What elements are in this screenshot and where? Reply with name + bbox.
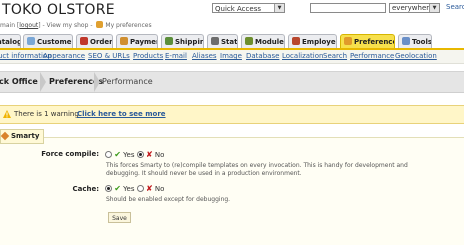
- force-compile-label: Force compile:: [41, 150, 99, 158]
- warning-icon: [3, 110, 11, 118]
- tools-icon: [402, 37, 410, 45]
- subnav-appearance[interactable]: Appearance: [43, 50, 85, 63]
- tab-preferences[interactable]: Preferences: [340, 34, 395, 48]
- tab-tools[interactable]: Tools: [398, 34, 432, 48]
- subnav-database[interactable]: Database: [246, 50, 279, 63]
- view-shop-text[interactable]: ] - View my shop -: [38, 22, 94, 29]
- logout-link[interactable]: logout: [19, 22, 38, 29]
- cache-options: ✔ Yes ✘ No: [105, 184, 164, 193]
- subnav-email[interactable]: E-mail: [165, 50, 187, 63]
- warning-text: There is 1 warning: [14, 110, 79, 118]
- preferences-icon: [96, 21, 104, 28]
- subnav-seo-urls[interactable]: SEO & URLs: [88, 50, 130, 63]
- chevron-down-icon: ▼: [429, 4, 439, 12]
- sub-navigation: uct information Appearance SEO & URLs Pr…: [0, 50, 464, 64]
- cache-no-radio[interactable]: [136, 185, 144, 192]
- tab-stats[interactable]: Stats: [207, 34, 238, 48]
- force-compile-yes-label[interactable]: Yes: [123, 151, 134, 159]
- user-line: main [logout] - View my shop - My prefer…: [0, 21, 152, 29]
- tab-label: Stats: [221, 38, 238, 46]
- quick-access-select[interactable]: Quick Access ▼: [212, 3, 285, 13]
- tab-modules[interactable]: Modules: [241, 34, 285, 48]
- tab-orders[interactable]: Orders: [76, 34, 113, 48]
- tab-label: Employees: [302, 38, 336, 46]
- cache-hint: Should be enabled except for debugging.: [106, 196, 231, 203]
- force-compile-no-radio[interactable]: [136, 151, 144, 158]
- tab-catalog[interactable]: atalog: [0, 34, 21, 48]
- subnav-geolocation[interactable]: Geolocation: [395, 50, 437, 63]
- chevron-down-icon: ▼: [274, 4, 284, 12]
- force-compile-options: ✔ Yes ✘ No: [105, 150, 164, 159]
- tab-label: Payment: [130, 38, 157, 46]
- search-button[interactable]: Searc: [446, 3, 464, 11]
- orders-icon: [80, 37, 88, 45]
- breadcrumb-performance: Performance: [102, 77, 153, 86]
- user-prefix: main [: [0, 22, 20, 29]
- see-more-link[interactable]: Click here to see more: [77, 106, 166, 123]
- payment-icon: [120, 37, 128, 45]
- tab-shipping[interactable]: Shipping: [161, 34, 204, 48]
- breadcrumb-back-office[interactable]: ck Office: [0, 72, 38, 92]
- subnav-performance[interactable]: Performance: [350, 50, 394, 63]
- tab-label: Orders: [90, 38, 113, 46]
- shop-name: TOKO OLSTORE: [2, 2, 115, 18]
- stats-icon: [211, 37, 219, 45]
- smarty-panel: Force compile: ✔ Yes ✘ No This forces Sm…: [0, 137, 464, 245]
- breadcrumb-separator-icon: [40, 72, 46, 92]
- cross-icon: ✘: [145, 150, 153, 159]
- subnav-products[interactable]: Products: [133, 50, 163, 63]
- employees-icon: [292, 37, 300, 45]
- subnav-image[interactable]: Image: [220, 50, 242, 63]
- tab-label: Modules: [255, 38, 285, 46]
- shipping-icon: [165, 37, 173, 45]
- subnav-localization[interactable]: Localization: [282, 50, 323, 63]
- smarty-legend: Smarty: [0, 129, 45, 144]
- tab-label: Tools: [412, 38, 432, 46]
- tab-label: atalog: [0, 38, 21, 46]
- force-compile-no-label[interactable]: No: [155, 151, 165, 159]
- preferences-icon: [344, 37, 352, 45]
- tab-label: Preferences: [354, 38, 394, 46]
- tab-label: Shipping: [175, 38, 203, 46]
- subnav-search[interactable]: Search: [323, 50, 347, 63]
- smarty-legend-label: Smarty: [11, 132, 40, 140]
- search-input[interactable]: [310, 3, 386, 13]
- tab-payment[interactable]: Payment: [116, 34, 158, 48]
- save-button[interactable]: Save: [108, 212, 131, 223]
- tab-customers[interactable]: Customers: [23, 34, 73, 48]
- header: TOKO OLSTORE main [logout] - View my sho…: [0, 0, 464, 32]
- force-compile-hint: This forces Smarty to (re)compile templa…: [106, 162, 408, 177]
- main-tabs: atalog Customers Orders Payment Shipping…: [0, 34, 464, 50]
- cache-label: Cache:: [72, 185, 99, 193]
- modules-icon: [245, 37, 253, 45]
- smarty-icon: [0, 131, 10, 141]
- cross-icon: ✘: [145, 184, 153, 193]
- breadcrumb: ck Office Preferences Performance: [0, 71, 464, 93]
- subnav-aliases[interactable]: Aliases: [192, 50, 217, 63]
- check-icon: ✔: [114, 184, 121, 193]
- quick-access-value: Quick Access: [215, 5, 261, 13]
- cache-yes-label[interactable]: Yes: [123, 185, 134, 193]
- force-compile-yes-radio[interactable]: [105, 151, 112, 158]
- search-scope-value: everywhere: [392, 4, 434, 12]
- tab-label: Customers: [37, 38, 72, 46]
- check-icon: ✔: [114, 150, 121, 159]
- customers-icon: [27, 37, 35, 45]
- tab-employees[interactable]: Employees: [288, 34, 337, 48]
- my-preferences-link[interactable]: My preferences: [105, 22, 151, 29]
- search-scope-select[interactable]: everywhere ▼: [389, 3, 440, 13]
- warning-bar: There is 1 warning Click here to see mor…: [0, 105, 464, 124]
- breadcrumb-separator-icon: [94, 72, 100, 92]
- cache-yes-radio[interactable]: [105, 185, 112, 192]
- cache-no-label[interactable]: No: [155, 185, 165, 193]
